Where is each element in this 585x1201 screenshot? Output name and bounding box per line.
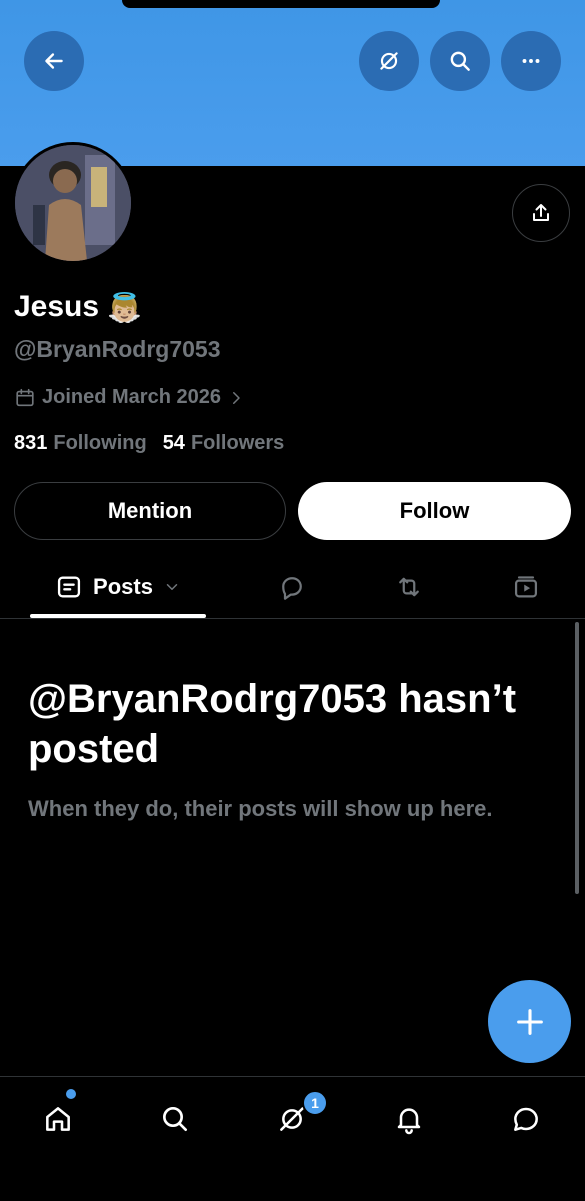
followers-link[interactable]: 54 Followers (163, 432, 285, 455)
avatar-photo (15, 145, 131, 261)
back-button[interactable] (24, 31, 84, 91)
notifications-icon (397, 1108, 421, 1135)
following-count: 831 (14, 432, 48, 454)
avatar[interactable] (12, 142, 134, 264)
nav-home[interactable] (36, 1097, 80, 1141)
tab-posts-label: Posts (93, 574, 153, 599)
search-icon (450, 51, 470, 71)
posts-icon (57, 576, 81, 598)
compose-button[interactable] (488, 980, 571, 1063)
share-button[interactable] (512, 184, 570, 242)
back-arrow-icon (45, 53, 63, 69)
tab-media[interactable] (504, 556, 548, 618)
empty-state-subtitle: When they do, their posts will show up h… (28, 796, 493, 821)
more-button[interactable] (501, 31, 561, 91)
following-label: Following (53, 432, 147, 454)
bottom-nav (0, 1076, 585, 1201)
following-link[interactable]: 831 Following (14, 432, 147, 455)
profile-stats: 831 Following 54 Followers (14, 432, 284, 455)
home-unread-dot (66, 1089, 76, 1099)
tab-active-indicator (30, 614, 206, 618)
scrollbar[interactable] (575, 622, 579, 894)
plus-icon (516, 1008, 543, 1035)
home-icon (46, 1107, 70, 1131)
tab-posts[interactable]: Posts (30, 556, 206, 618)
reply-icon (282, 577, 302, 600)
display-name: Jesus (14, 290, 100, 323)
name-emoji: 👼🏼 (107, 291, 142, 323)
tab-replies[interactable] (270, 556, 314, 618)
grok-icon (380, 52, 398, 70)
joined-date[interactable]: Joined March 2026 (14, 386, 245, 409)
followers-count: 54 (162, 432, 185, 454)
nav-messages[interactable] (504, 1097, 548, 1141)
calendar-icon (16, 388, 34, 406)
device-notch (122, 0, 440, 8)
tab-reposts[interactable] (387, 556, 431, 618)
follow-button[interactable]: Follow (298, 482, 571, 540)
profile-name: Jesus 👼🏼 (14, 290, 142, 324)
chevron-right-icon (232, 391, 240, 404)
repost-icon (399, 577, 419, 597)
nav-notifications[interactable] (387, 1097, 431, 1141)
joined-label: Joined March 2026 (42, 386, 221, 408)
empty-state-title: @BryanRodrg7053 hasn’t posted (28, 677, 517, 771)
profile-handle: @BryanRodrg7053 (14, 336, 221, 362)
grok-badge: 1 (302, 1090, 328, 1116)
profile-banner (0, 0, 585, 166)
search-icon (163, 1107, 187, 1131)
mention-button[interactable]: Mention (14, 482, 286, 540)
share-icon (533, 204, 549, 221)
followers-label: Followers (190, 432, 285, 454)
messages-icon (514, 1107, 538, 1131)
search-button[interactable] (430, 31, 490, 91)
grok-button[interactable] (359, 31, 419, 91)
more-icon (522, 59, 540, 63)
chevron-down-icon[interactable] (163, 578, 181, 596)
nav-search[interactable] (153, 1097, 197, 1141)
media-icon (514, 576, 538, 598)
profile-tabs: Posts (0, 556, 585, 619)
